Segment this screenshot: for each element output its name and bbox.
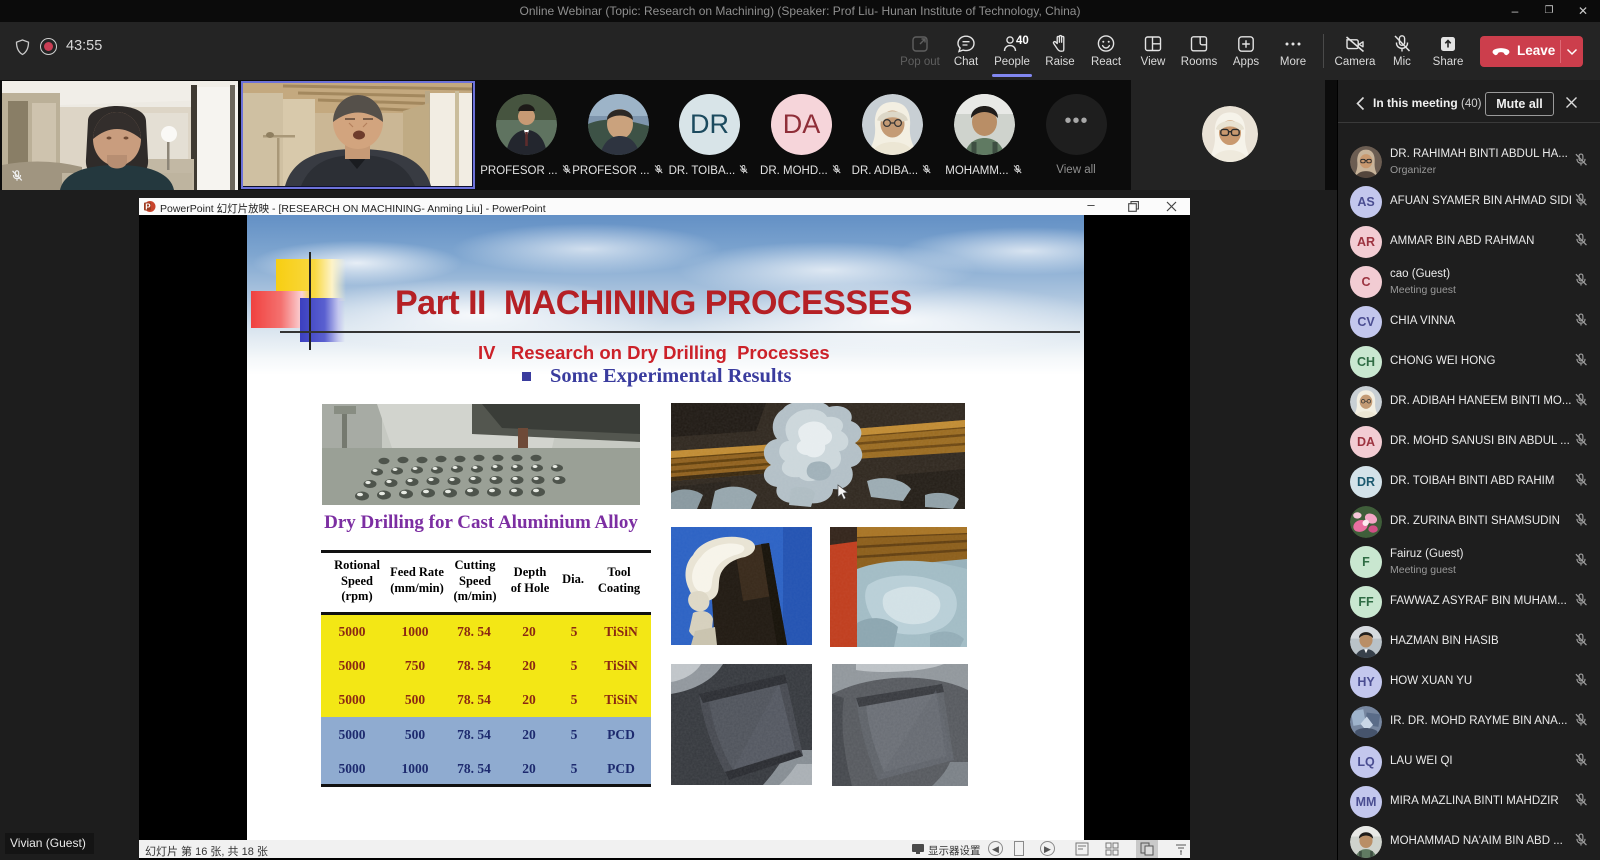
svg-text:P: P bbox=[145, 203, 151, 212]
